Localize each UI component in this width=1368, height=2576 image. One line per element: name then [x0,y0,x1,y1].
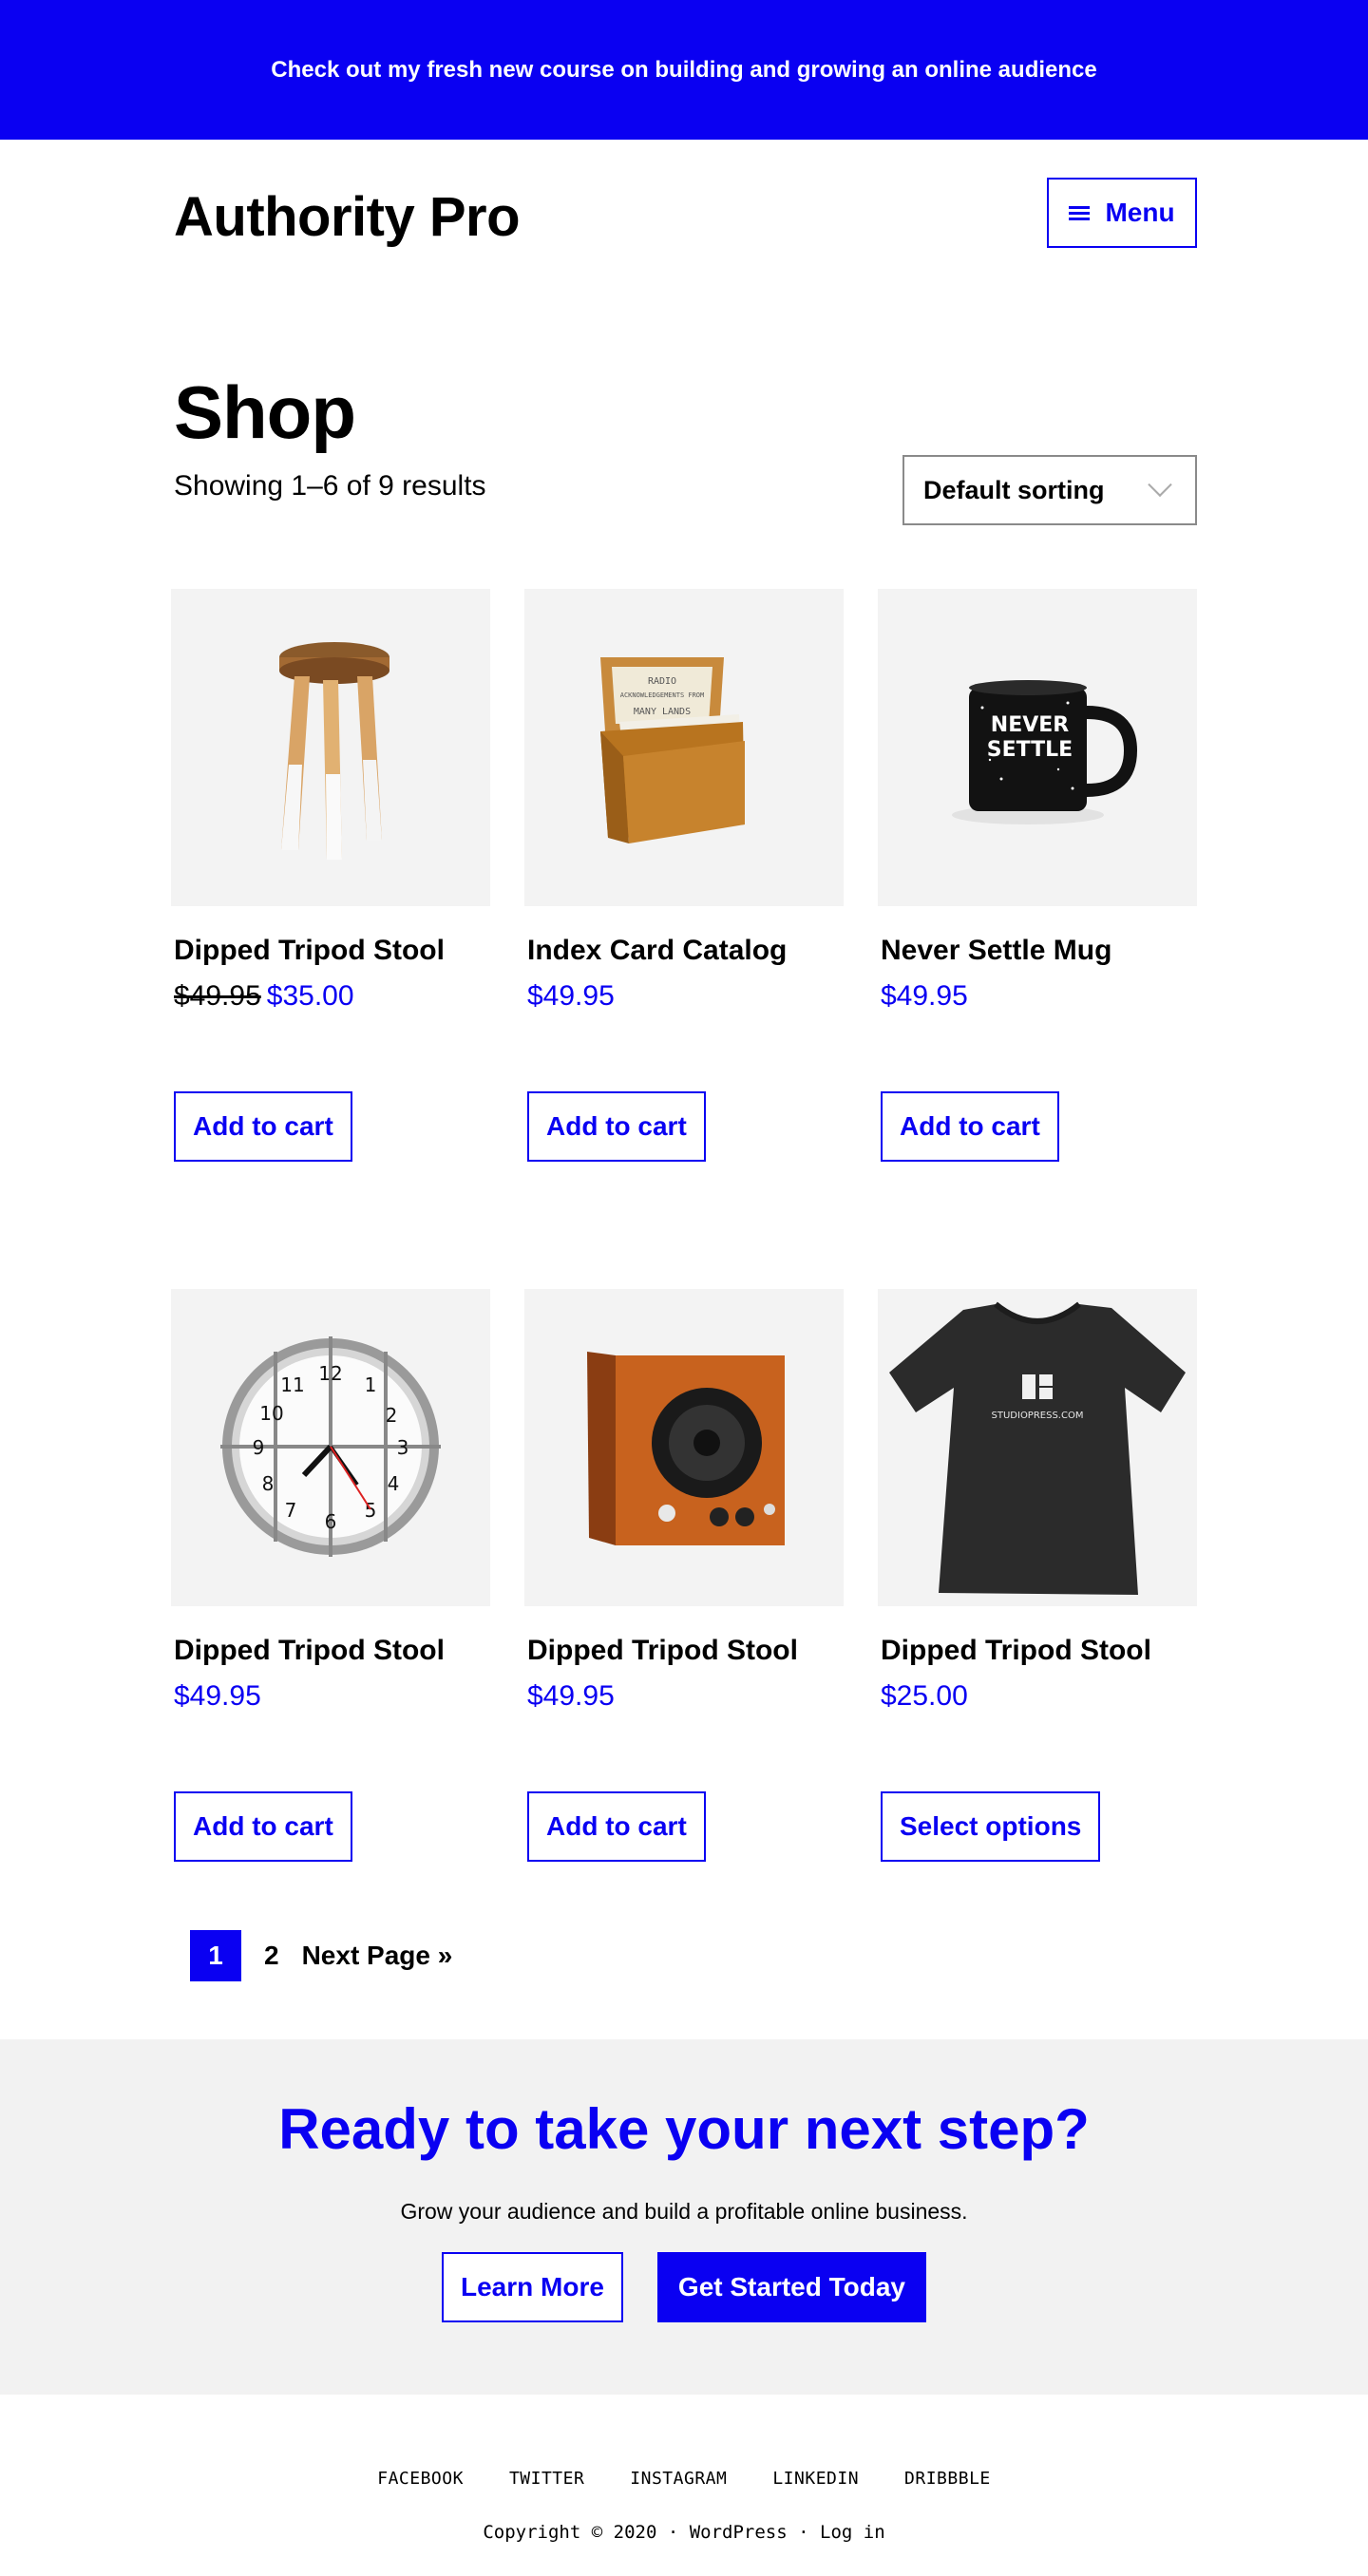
stool-image [279,642,390,860]
next-page-link[interactable]: Next Page » [302,1941,453,1971]
add-to-cart-button[interactable]: Add to cart [174,1091,352,1162]
product-price: $49.95 [171,1680,490,1713]
product-price-value: $49.95 [881,980,968,1012]
svg-text:8: 8 [262,1472,275,1495]
separator: · [656,2522,690,2543]
product-price: $25.00 [878,1680,1197,1713]
announcement-bar[interactable]: Check out my fresh new course on buildin… [0,0,1368,140]
product-name[interactable]: Dipped Tripod Stool [171,935,490,967]
product-price-value: $49.95 [527,980,615,1012]
svg-text:ACKNOWLEDGEMENTS FROM: ACKNOWLEDGEMENTS FROM [620,691,705,699]
product-sale-price: $35.00 [266,980,354,1012]
chevron-down-icon [1148,472,1172,498]
select-options-button[interactable]: Select options [881,1791,1101,1862]
product-image[interactable]: NEVER SETTLE [878,589,1197,906]
product-name[interactable]: Never Settle Mug [878,935,1197,967]
pagination: 1 2 Next Page » [190,1930,452,1981]
shop-header: Shop Showing 1–6 of 9 results Default so… [0,292,1368,594]
product-name[interactable]: Index Card Catalog [524,935,844,967]
add-to-cart-button[interactable]: Add to cart [881,1091,1059,1162]
login-link[interactable]: Log in [820,2522,885,2543]
hamburger-icon [1069,203,1091,223]
product-price-value: $49.95 [174,1680,261,1712]
svg-text:RADIO: RADIO [648,676,676,687]
site-header: Authority Pro Menu [0,140,1368,292]
svg-text:3: 3 [397,1436,409,1459]
page-link-2[interactable]: 2 [264,1941,279,1971]
menu-button[interactable]: Menu [1047,178,1197,248]
product-card: 12 1 2 3 4 5 6 7 8 9 10 11 Dipped Tripod… [171,1289,490,1862]
cta-subtitle: Grow your audience and build a profitabl… [400,2199,968,2224]
svg-text:12: 12 [318,1362,342,1385]
product-name[interactable]: Dipped Tripod Stool [524,1635,844,1667]
mug-image: NEVER SETTLE [952,680,1138,824]
product-name[interactable]: Dipped Tripod Stool [171,1635,490,1667]
sort-select[interactable]: Default sorting [902,455,1197,525]
cta-title: Ready to take your next step? [278,2097,1090,2161]
product-price: $49.95 [878,980,1197,1013]
speaker-image [587,1352,785,1545]
product-card: STUDIOPRESS.COM Dipped Tripod Stool $25.… [878,1289,1197,1862]
dribbble-link[interactable]: DRIBBBLE [904,2469,991,2489]
site-title[interactable]: Authority Pro [174,185,521,249]
svg-text:10: 10 [259,1402,283,1425]
menu-label: Menu [1105,198,1175,227]
product-price: $49.95 [524,980,844,1013]
product-price-value: $25.00 [881,1680,968,1712]
product-card: Dipped Tripod Stool $49.95 $35.00 Add to … [171,589,490,1162]
product-image[interactable] [171,589,490,906]
product-card: NEVER SETTLE Never Settle Mug $49.95 Add… [878,589,1197,1162]
svg-text:6: 6 [325,1510,337,1533]
product-card: Dipped Tripod Stool $49.95 Add to cart [524,1289,844,1862]
announcement-text[interactable]: Check out my fresh new course on buildin… [271,57,1096,84]
clock-image: 12 1 2 3 4 5 6 7 8 9 10 11 [220,1336,441,1557]
svg-text:2: 2 [386,1404,398,1427]
add-to-cart-button[interactable]: Add to cart [527,1791,706,1862]
svg-text:STUDIOPRESS.COM: STUDIOPRESS.COM [992,1411,1084,1421]
wordpress-link[interactable]: WordPress [690,2522,788,2543]
svg-text:11: 11 [280,1373,304,1396]
product-price-value: $49.95 [527,1680,615,1712]
add-to-cart-button[interactable]: Add to cart [174,1791,352,1862]
tshirt-image: STUDIOPRESS.COM [889,1301,1186,1595]
svg-text:9: 9 [253,1436,265,1459]
copyright-text: Copyright © 2020 [483,2522,657,2543]
sort-selected-value: Default sorting [923,475,1105,504]
svg-text:SETTLE: SETTLE [987,738,1073,762]
svg-text:NEVER: NEVER [991,713,1069,737]
add-to-cart-button[interactable]: Add to cart [527,1091,706,1162]
get-started-button[interactable]: Get Started Today [656,2252,927,2322]
product-image[interactable] [524,1289,844,1606]
product-image[interactable]: STUDIOPRESS.COM [878,1289,1197,1606]
product-price: $49.95 [524,1680,844,1713]
facebook-link[interactable]: FACEBOOK [377,2469,464,2489]
product-name[interactable]: Dipped Tripod Stool [878,1635,1197,1667]
product-image[interactable]: 12 1 2 3 4 5 6 7 8 9 10 11 [171,1289,490,1606]
cta-buttons: Learn More Get Started Today [0,2252,1368,2322]
product-image[interactable]: RADIO ACKNOWLEDGEMENTS FROM MANY LANDS [524,589,844,906]
svg-text:4: 4 [388,1472,400,1495]
product-old-price: $49.95 [174,980,261,1012]
cta-section: Ready to take your next step? Grow your … [0,2039,1368,2395]
card-box-image: RADIO ACKNOWLEDGEMENTS FROM MANY LANDS [600,657,745,843]
learn-more-button[interactable]: Learn More [441,2252,623,2322]
page-title: Shop [174,370,356,454]
separator: · [787,2522,820,2543]
svg-text:MANY LANDS: MANY LANDS [634,707,691,717]
twitter-link[interactable]: TWITTER [509,2469,584,2489]
svg-text:1: 1 [365,1373,377,1396]
instagram-link[interactable]: INSTAGRAM [630,2469,727,2489]
svg-text:7: 7 [285,1499,297,1522]
copyright: Copyright © 2020 · WordPress · Log in [0,2522,1368,2543]
linkedin-link[interactable]: LINKEDIN [772,2469,859,2489]
product-price: $49.95 $35.00 [171,980,490,1013]
product-card: RADIO ACKNOWLEDGEMENTS FROM MANY LANDS I… [524,589,844,1162]
site-footer: FACEBOOK TWITTER INSTAGRAM LINKEDIN DRIB… [0,2395,1368,2576]
page-current: 1 [190,1930,241,1981]
social-links: FACEBOOK TWITTER INSTAGRAM LINKEDIN DRIB… [0,2469,1368,2489]
result-count: Showing 1–6 of 9 results [174,470,486,502]
